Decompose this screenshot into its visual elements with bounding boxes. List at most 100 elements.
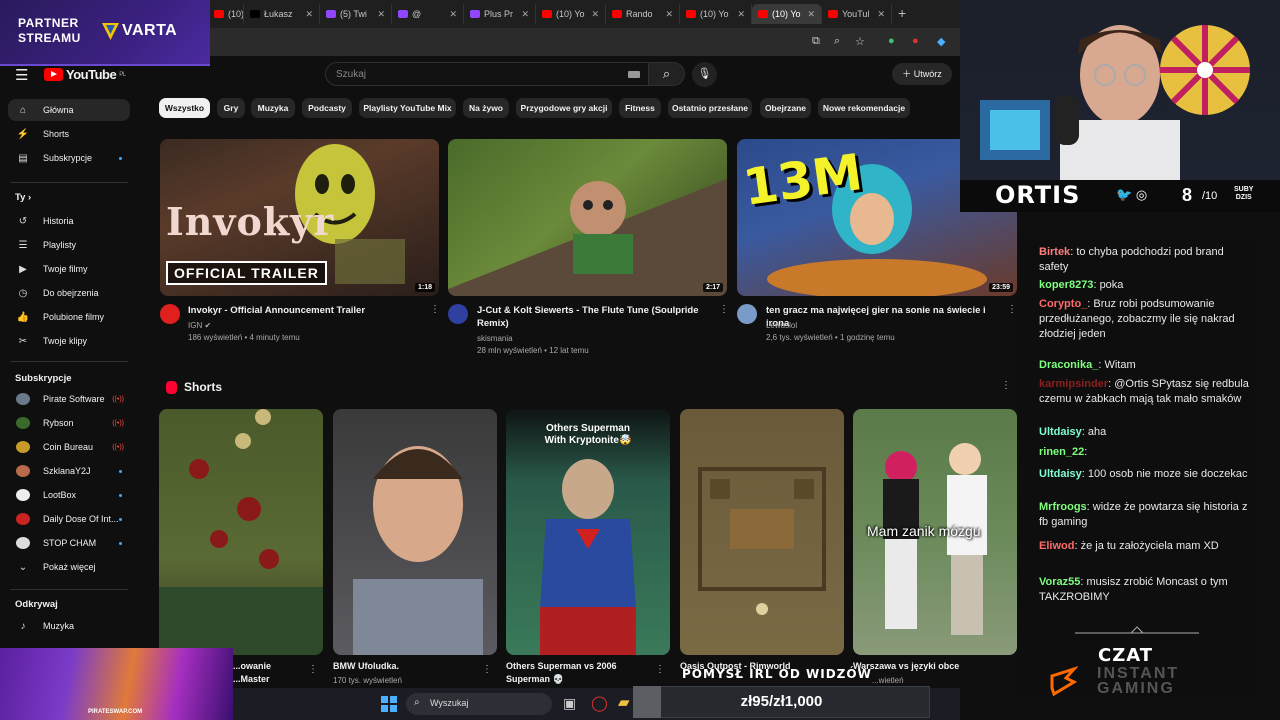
close-tab-icon[interactable]: ✕ [807, 9, 815, 20]
filter-chip[interactable]: Wszystko [159, 98, 210, 118]
close-tab-icon[interactable]: ✕ [877, 9, 885, 20]
sidebar-item[interactable]: ▶ Twoje filmy [8, 258, 130, 280]
folder-icon[interactable]: ▰ [618, 693, 630, 711]
sidebar-item[interactable]: ⚡ Shorts [8, 123, 130, 145]
short-title[interactable]: Others Superman vs 2006 Superman 💀 [506, 660, 646, 686]
video-title[interactable]: ten gracz ma najwięcej gier na sonie na … [766, 304, 1006, 330]
extension-icon-3[interactable]: ◆ [937, 35, 945, 48]
sidebar-item[interactable]: ♪ Muzyka [8, 615, 130, 637]
more-options-icon[interactable]: ⋮ [482, 664, 492, 675]
chat-username[interactable]: rinen_22 [1039, 446, 1084, 458]
more-options-icon[interactable]: ⋮ [655, 664, 665, 675]
browser-tab[interactable]: (10) Yo✕ [680, 4, 752, 24]
sidebar-item[interactable]: ⌂ Główna [8, 99, 130, 121]
filter-chip[interactable]: Nowe rekomendacje [818, 98, 910, 118]
chat-username[interactable]: koper8273 [1039, 279, 1093, 291]
task-view-icon[interactable]: ▣ [563, 695, 576, 712]
filter-chip[interactable]: Playlisty YouTube Mix [359, 98, 456, 118]
browser-tab[interactable]: (10) Yo✕ [752, 4, 822, 24]
more-options-icon[interactable]: ⋮ [1001, 380, 1011, 391]
short-thumbnail[interactable] [159, 409, 323, 655]
filter-chip[interactable]: Muzyka [251, 98, 295, 118]
short-thumbnail[interactable]: Others Superman With Kryptonite🤯 [506, 409, 670, 655]
browser-tab[interactable]: (10) Yo✕ [208, 4, 244, 24]
chat-username[interactable]: Eliwod [1039, 540, 1074, 552]
more-options-icon[interactable]: ⋮ [1007, 304, 1017, 315]
sidebar-item[interactable]: ◷ Do obejrzenia [8, 282, 130, 304]
sidebar-item[interactable]: ▤ Subskrypcje [8, 147, 130, 169]
filter-chip[interactable]: Fitness [619, 98, 661, 118]
chat-username[interactable]: karmipsinder [1039, 378, 1108, 390]
sidebar-item[interactable]: 👍 Polubione filmy [8, 306, 130, 328]
keyboard-icon[interactable] [628, 71, 640, 78]
chat-username[interactable]: Corypto_ [1039, 298, 1087, 310]
sidebar-item[interactable]: SzklanaY2J [8, 460, 130, 482]
video-title[interactable]: J-Cut & Kolt Siewerts - The Flute Tune (… [477, 304, 707, 330]
sidebar-item[interactable]: ☰ Playlisty [8, 234, 130, 256]
channel-avatar[interactable] [448, 304, 468, 324]
close-tab-icon[interactable]: ✕ [449, 9, 457, 20]
filter-chip[interactable]: Obejrzane [760, 98, 811, 118]
more-options-icon[interactable]: ⋮ [719, 304, 729, 315]
search-button[interactable]: ⌕ [648, 62, 685, 86]
search-input[interactable]: Szukaj [325, 62, 655, 86]
sidebar-item[interactable]: ↺ Historia [8, 210, 130, 232]
opera-icon[interactable]: ◯ [591, 694, 608, 712]
chat-username[interactable]: Ultdaisy [1039, 468, 1082, 480]
close-tab-icon[interactable]: ✕ [305, 9, 313, 20]
voice-search-button[interactable]: 🎙 [692, 62, 717, 87]
sidebar-item[interactable]: Daily Dose Of Int... [8, 508, 130, 530]
sidebar-item[interactable]: Coin Bureau ((•)) [8, 436, 130, 458]
filter-chip[interactable]: Przygodowe gry akcji [516, 98, 612, 118]
channel-avatar[interactable] [160, 304, 180, 324]
new-tab-button[interactable]: + [898, 5, 906, 21]
browser-tab[interactable]: Rando ✕ [606, 4, 680, 24]
sidebar-item[interactable]: Rybson ((•)) [8, 412, 130, 434]
browser-tab[interactable]: (5) Twi ✕ [320, 4, 392, 24]
channel-name[interactable]: IGN ✔ [188, 320, 211, 332]
short-title[interactable]: BMW Ufoludka. [333, 660, 473, 673]
browser-tab[interactable]: @ ✕ [392, 4, 464, 24]
cast-icon[interactable]: ⧉ [812, 35, 820, 48]
channel-avatar[interactable] [737, 304, 757, 324]
sidebar-item[interactable]: ⌄ Pokaż więcej [8, 556, 130, 578]
video-thumbnail[interactable]: Invokyr OFFICIAL TRAILER 1:18 [160, 139, 439, 296]
browser-tab[interactable]: YouTul ✕ [822, 4, 892, 24]
channel-name[interactable]: Lewuslol [766, 320, 797, 332]
filter-chip[interactable]: Ostatnio przesłane [668, 98, 752, 118]
close-tab-icon[interactable]: ✕ [377, 9, 385, 20]
short-thumbnail[interactable] [680, 409, 844, 655]
sidebar-item[interactable]: Pirate Software ((•)) [8, 388, 130, 410]
filter-chip[interactable]: Gry [217, 98, 245, 118]
filter-chip[interactable]: Na żywo [463, 98, 509, 118]
chat-username[interactable]: Birtek [1039, 246, 1070, 258]
short-thumbnail[interactable] [333, 409, 497, 655]
channel-name[interactable]: skismania [477, 333, 513, 345]
chat-username[interactable]: Ultdaisy [1039, 426, 1082, 438]
extension-icon[interactable]: ● [888, 35, 895, 47]
filter-chip[interactable]: Podcasty [302, 98, 352, 118]
taskbar-search[interactable]: ⌕ Wyszukaj [406, 693, 552, 715]
video-thumbnail[interactable]: 2:17 [448, 139, 727, 296]
more-options-icon[interactable]: ⋮ [430, 304, 440, 315]
menu-icon[interactable]: ☰ [15, 66, 28, 84]
browser-tab[interactable]: Plus Pr ✕ [464, 4, 536, 24]
close-tab-icon[interactable]: ✕ [737, 9, 745, 20]
bookmark-star-icon[interactable]: ☆ [855, 35, 865, 48]
browser-tab[interactable]: Łukasz ✕ [244, 4, 320, 24]
sidebar-item[interactable]: LootBox [8, 484, 130, 506]
close-tab-icon[interactable]: ✕ [591, 9, 599, 20]
extension-icon-2[interactable]: ● [912, 35, 919, 47]
close-tab-icon[interactable]: ✕ [521, 9, 529, 20]
chat-username[interactable]: Voraz55 [1039, 576, 1080, 588]
youtube-logo[interactable]: YouTube PL [44, 67, 126, 82]
create-button[interactable]: ＋ Utwórz [892, 63, 952, 85]
sidebar-item[interactable]: STOP CHAM [8, 532, 130, 554]
more-options-icon[interactable]: ⋮ [308, 664, 318, 675]
sidebar-you-header[interactable]: Ty › [15, 192, 31, 203]
sidebar-item[interactable]: ✂ Twoje klipy [8, 330, 130, 352]
short-title[interactable]: Warszawa vs języki obce [853, 660, 993, 673]
short-thumbnail[interactable]: Mam zanik mózgu [853, 409, 1017, 655]
browser-tab[interactable]: (10) Yo✕ [536, 4, 606, 24]
close-tab-icon[interactable]: ✕ [665, 9, 673, 20]
